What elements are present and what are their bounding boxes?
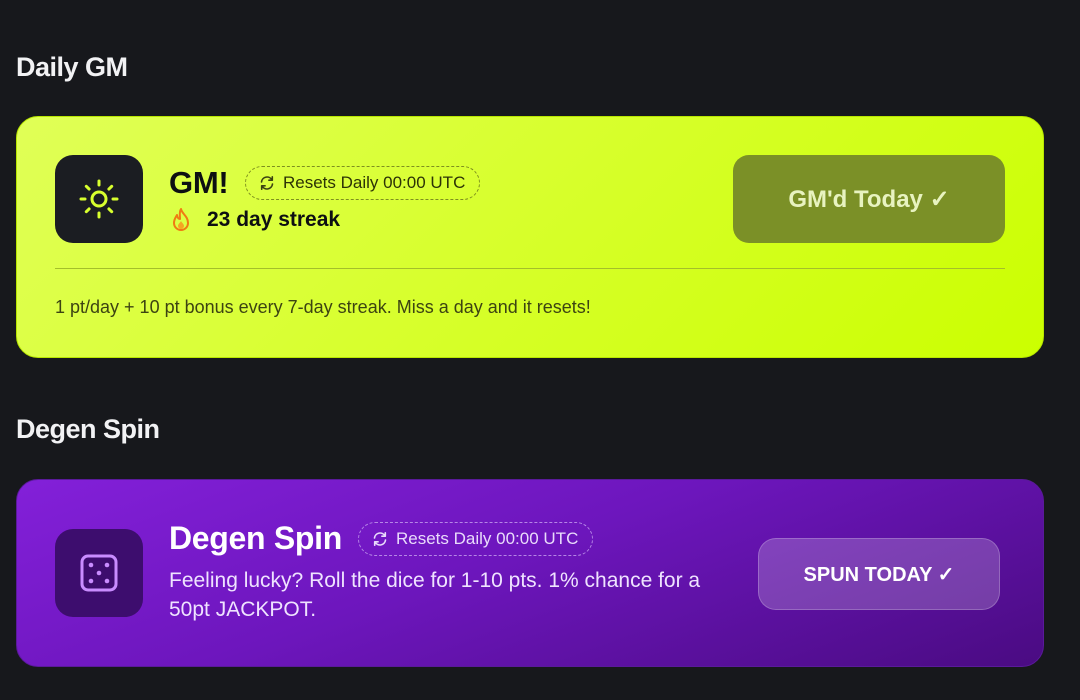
gm-done-button[interactable]: GM'd Today ✓ <box>733 155 1005 243</box>
spin-description: Feeling lucky? Roll the dice for 1-10 pt… <box>169 569 701 621</box>
refresh-icon <box>260 175 274 190</box>
spin-reset-label: Resets Daily 00:00 UTC <box>396 529 579 548</box>
spun-today-button[interactable]: SPUN TODAY ✓ <box>758 538 1000 610</box>
spin-reset-badge: Resets Daily 00:00 UTC <box>358 522 594 556</box>
sun-icon <box>79 179 119 219</box>
degen-spin-card: Degen Spin Resets Daily 00:00 UTC Feelin… <box>16 479 1044 667</box>
gm-divider <box>55 268 1005 269</box>
gm-heading: GM! <box>169 165 229 200</box>
refresh-icon <box>373 531 387 546</box>
daily-gm-card: GM! Resets Daily 00:00 UTC 23 day streak… <box>16 116 1044 358</box>
spin-heading: Degen Spin <box>169 520 343 556</box>
degen-spin-section-title: Degen Spin <box>16 414 160 444</box>
gm-description: 1 pt/day + 10 pt bonus every 7-day strea… <box>55 297 591 317</box>
streak-info: 23 day streak <box>169 207 340 233</box>
streak-text: 23 day streak <box>207 208 341 231</box>
flame-icon <box>173 208 189 231</box>
gm-reset-label: Resets Daily 00:00 UTC <box>283 173 466 192</box>
dice-icon <box>80 554 118 592</box>
daily-gm-section-title: Daily GM <box>16 52 128 82</box>
spin-icon-box <box>55 529 143 617</box>
gm-icon-box <box>55 155 143 243</box>
gm-reset-badge: Resets Daily 00:00 UTC <box>245 166 481 200</box>
